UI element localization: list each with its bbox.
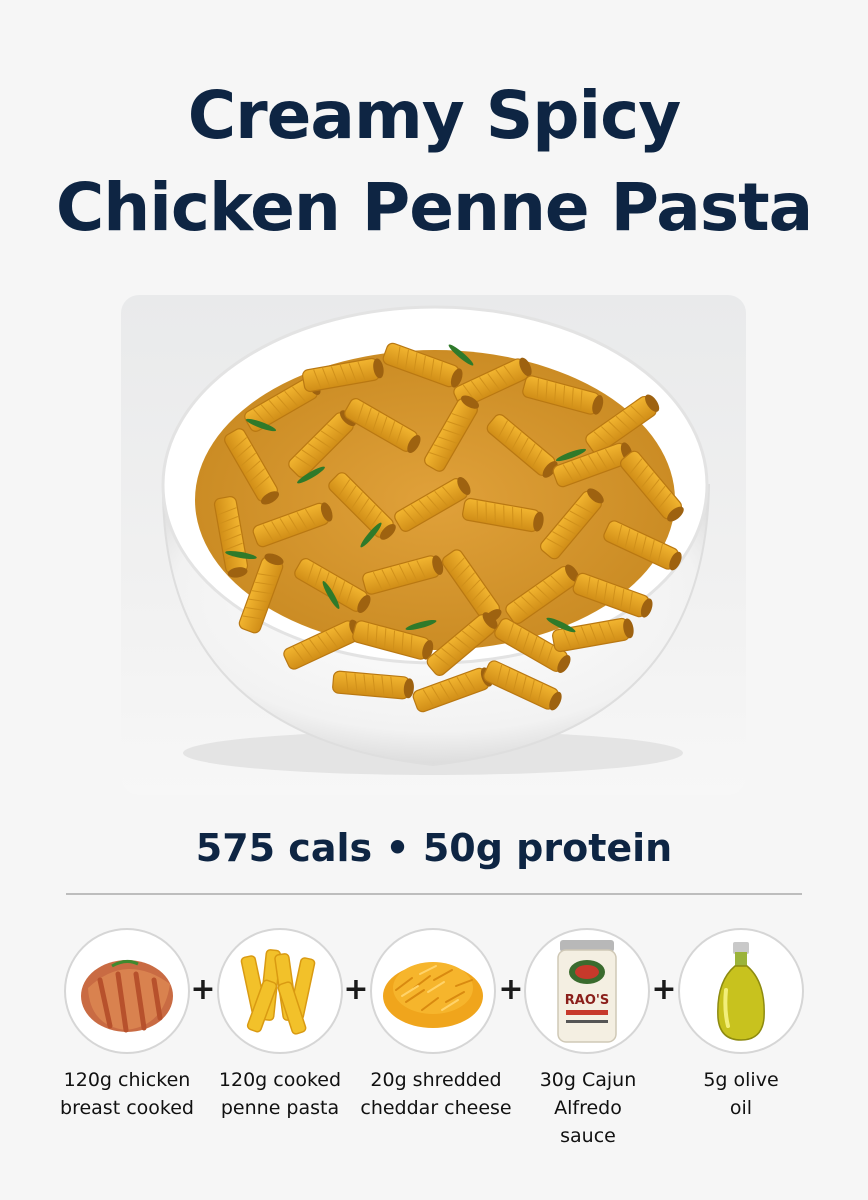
- macros-summary: 575 cals • 50g protein: [195, 826, 673, 870]
- chicken-breast-icon: [64, 928, 190, 1054]
- plus-sign-4: +: [651, 972, 677, 1007]
- ingredient-label-olive-oil: 5g olive oil: [703, 1069, 779, 1119]
- plus-sign-2: +: [343, 972, 369, 1007]
- plus-sign-3: +: [498, 972, 524, 1007]
- alfredo-sauce-jar-icon: RAO'S: [524, 928, 650, 1054]
- shredded-cheese-icon: [370, 928, 496, 1054]
- divider: [66, 893, 802, 895]
- ingredient-label-penne: 120g cooked penne pasta: [218, 1069, 342, 1119]
- pasta-bowl-photo: [121, 295, 746, 795]
- title-line-2: Chicken Penne Pasta: [55, 169, 813, 246]
- ingredient-label-cheese: 20g shredded cheddar cheese: [360, 1069, 512, 1119]
- jar-brand-text: RAO'S: [565, 993, 609, 1008]
- page-title: Creamy Spicy Chicken Penne Pasta: [0, 70, 868, 254]
- penne-pasta-icon: [217, 928, 343, 1054]
- plus-sign-1: +: [190, 972, 216, 1007]
- ingredient-label-chicken: 120g chicken breast cooked: [60, 1069, 194, 1119]
- ingredient-label-sauce: 30g Cajun Alfredo sauce: [539, 1069, 637, 1147]
- olive-oil-bottle-icon: [678, 928, 804, 1054]
- title-line-1: Creamy Spicy: [187, 77, 682, 154]
